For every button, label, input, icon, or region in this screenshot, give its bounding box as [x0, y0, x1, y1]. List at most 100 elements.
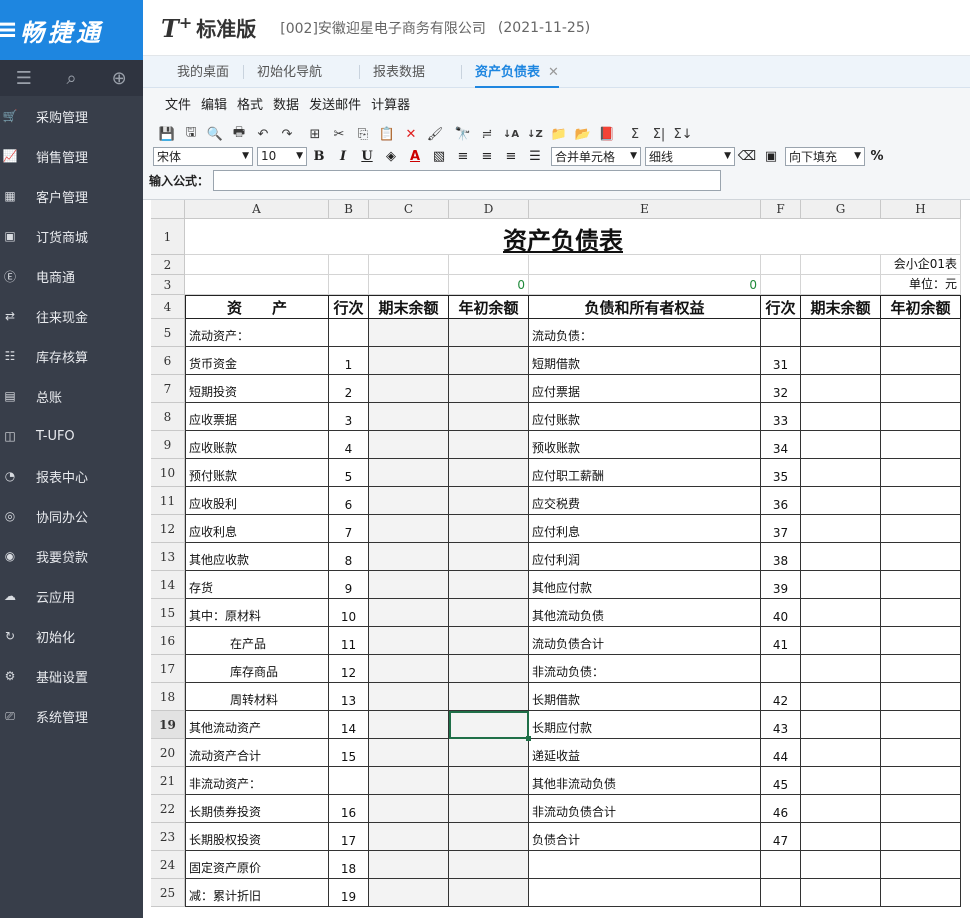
sum-icon[interactable]: Σ [623, 124, 647, 144]
liability-line-no-cell[interactable]: 38 [761, 543, 801, 571]
asset-line-no-cell[interactable]: 1 [329, 347, 369, 375]
liability-begin-balance-cell[interactable] [881, 543, 961, 571]
asset-line-no-cell[interactable] [329, 319, 369, 347]
liability-item-cell[interactable] [529, 851, 761, 879]
liability-begin-balance-cell[interactable] [881, 319, 961, 347]
print-icon[interactable]: 🖶 [227, 124, 251, 144]
tab-1[interactable]: 初始化导航 [257, 56, 322, 88]
liability-end-balance-cell[interactable] [801, 431, 881, 459]
font-color-icon[interactable]: A [403, 146, 427, 166]
liability-begin-balance-cell[interactable] [881, 823, 961, 851]
cell[interactable] [369, 275, 449, 295]
asset-begin-balance-cell[interactable] [449, 319, 529, 347]
asset-begin-balance-cell[interactable] [449, 431, 529, 459]
liability-line-no-cell[interactable]: 33 [761, 403, 801, 431]
unit-cell[interactable]: 单位：元 [881, 275, 961, 295]
fill-color-icon[interactable]: ◈ [379, 146, 403, 166]
asset-line-no-cell[interactable]: 7 [329, 515, 369, 543]
format-painter-icon[interactable]: 🖌 [423, 124, 447, 144]
asset-end-balance-cell[interactable] [369, 879, 449, 907]
asset-end-balance-cell[interactable] [369, 459, 449, 487]
column-title-cell[interactable]: 年初余额 [881, 295, 961, 319]
asset-line-no-cell[interactable]: 5 [329, 459, 369, 487]
close-icon[interactable]: ✕ [548, 65, 559, 80]
clipboard-icon[interactable]: 📁 [547, 124, 571, 144]
sort-asc-icon[interactable]: ↓A [499, 124, 523, 144]
liability-end-balance-cell[interactable] [801, 823, 881, 851]
liability-item-cell[interactable]: 应交税费 [529, 487, 761, 515]
asset-end-balance-cell[interactable] [369, 403, 449, 431]
asset-line-no-cell[interactable]: 15 [329, 739, 369, 767]
tab-0[interactable]: 我的桌面 [177, 56, 229, 88]
menu-item[interactable]: 发送邮件 [309, 94, 361, 113]
liability-line-no-cell[interactable]: 39 [761, 571, 801, 599]
liability-line-no-cell[interactable]: 46 [761, 795, 801, 823]
liability-item-cell[interactable]: 流动负债： [529, 319, 761, 347]
asset-item-cell[interactable]: 应收股利 [185, 487, 329, 515]
row-header[interactable]: 1 [151, 219, 185, 255]
italic-button[interactable]: I [331, 146, 355, 166]
sidebar-item[interactable]: ◫ T-UFO [0, 416, 143, 456]
asset-item-cell[interactable]: 流动资产合计 [185, 739, 329, 767]
row-header[interactable]: 21 [151, 767, 185, 795]
liability-line-no-cell[interactable]: 41 [761, 627, 801, 655]
liability-begin-balance-cell[interactable] [881, 487, 961, 515]
liability-begin-balance-cell[interactable] [881, 599, 961, 627]
asset-begin-balance-cell[interactable] [449, 543, 529, 571]
asset-item-cell[interactable]: 应收票据 [185, 403, 329, 431]
row-header[interactable]: 4 [151, 295, 185, 319]
row-header[interactable]: 23 [151, 823, 185, 851]
liability-item-cell[interactable]: 预收账款 [529, 431, 761, 459]
column-header[interactable]: B [329, 200, 369, 219]
asset-end-balance-cell[interactable] [369, 851, 449, 879]
asset-end-balance-cell[interactable] [369, 683, 449, 711]
column-header[interactable]: F [761, 200, 801, 219]
delete-icon[interactable]: ✕ [399, 124, 423, 144]
asset-item-cell[interactable]: 预付账款 [185, 459, 329, 487]
liability-line-no-cell[interactable]: 42 [761, 683, 801, 711]
menu-item[interactable]: 计算器 [371, 94, 410, 113]
asset-begin-balance-cell[interactable] [449, 347, 529, 375]
wrap-text-icon[interactable]: ☰ [523, 146, 547, 166]
liability-line-no-cell[interactable]: 37 [761, 515, 801, 543]
column-title-cell[interactable]: 期末余额 [801, 295, 881, 319]
menu-item[interactable]: 格式 [237, 94, 263, 113]
asset-begin-balance-cell[interactable] [449, 627, 529, 655]
asset-end-balance-cell[interactable] [369, 347, 449, 375]
asset-end-balance-cell[interactable] [369, 431, 449, 459]
liability-item-cell[interactable]: 其他非流动负债 [529, 767, 761, 795]
liability-begin-balance-cell[interactable] [881, 431, 961, 459]
liability-begin-balance-cell[interactable] [881, 767, 961, 795]
asset-end-balance-cell[interactable] [369, 795, 449, 823]
liability-end-balance-cell[interactable] [801, 375, 881, 403]
asset-line-no-cell[interactable]: 4 [329, 431, 369, 459]
cell[interactable] [185, 255, 329, 275]
asset-item-cell[interactable]: 流动资产： [185, 319, 329, 347]
cell[interactable] [185, 275, 329, 295]
liability-end-balance-cell[interactable] [801, 487, 881, 515]
asset-item-cell[interactable]: 长期债券投资 [185, 795, 329, 823]
print-preview-icon[interactable]: 🔍 [203, 124, 227, 144]
column-header[interactable]: C [369, 200, 449, 219]
column-header[interactable]: G [801, 200, 881, 219]
column-header[interactable]: H [881, 200, 961, 219]
asset-item-cell[interactable]: 其他流动资产 [185, 711, 329, 739]
sidebar-item[interactable]: ⚙ 基础设置 [0, 656, 143, 696]
asset-begin-balance-cell[interactable] [449, 795, 529, 823]
asset-begin-balance-cell[interactable] [449, 879, 529, 907]
menu-item[interactable]: 编辑 [201, 94, 227, 113]
liability-end-balance-cell[interactable] [801, 711, 881, 739]
asset-line-no-cell[interactable]: 18 [329, 851, 369, 879]
asset-item-cell[interactable]: 库存商品 [185, 655, 329, 683]
liability-end-balance-cell[interactable] [801, 543, 881, 571]
liability-end-balance-cell[interactable] [801, 319, 881, 347]
liability-begin-balance-cell[interactable] [881, 683, 961, 711]
asset-end-balance-cell[interactable] [369, 515, 449, 543]
column-header[interactable]: D [449, 200, 529, 219]
liability-begin-balance-cell[interactable] [881, 347, 961, 375]
asset-line-no-cell[interactable]: 6 [329, 487, 369, 515]
sidebar-item[interactable]: ☁ 云应用 [0, 576, 143, 616]
row-header[interactable]: 16 [151, 627, 185, 655]
asset-end-balance-cell[interactable] [369, 571, 449, 599]
liability-item-cell[interactable]: 应付利息 [529, 515, 761, 543]
